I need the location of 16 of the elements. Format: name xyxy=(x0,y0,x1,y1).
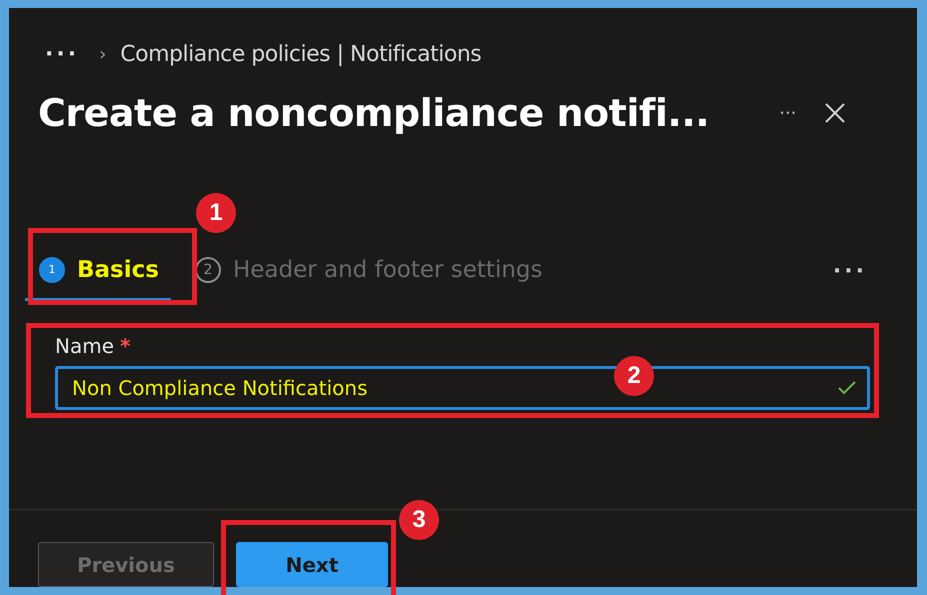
field-label: Name xyxy=(55,334,114,358)
close-icon[interactable] xyxy=(824,102,846,124)
page-title: Create a noncompliance notifi... xyxy=(38,91,710,135)
step-badge: 2 xyxy=(614,356,654,396)
step-badge: 3 xyxy=(399,500,439,540)
chevron-icon: › xyxy=(99,44,106,65)
breadcrumb-link[interactable]: Compliance policies | Notifications xyxy=(120,42,482,67)
checkmark-icon xyxy=(837,380,857,396)
primary-button[interactable]: Next xyxy=(236,542,388,587)
more-icon[interactable]: ··· xyxy=(45,42,80,67)
wizard-tab[interactable]: 2 Header and footer settings xyxy=(180,241,554,301)
step-badge: 1 xyxy=(196,193,236,233)
more-icon[interactable]: ··· xyxy=(779,102,796,124)
more-icon[interactable]: ··· xyxy=(832,258,867,284)
required-mark: * xyxy=(120,334,130,358)
wizard-tab[interactable]: 1 Basics xyxy=(25,241,171,301)
